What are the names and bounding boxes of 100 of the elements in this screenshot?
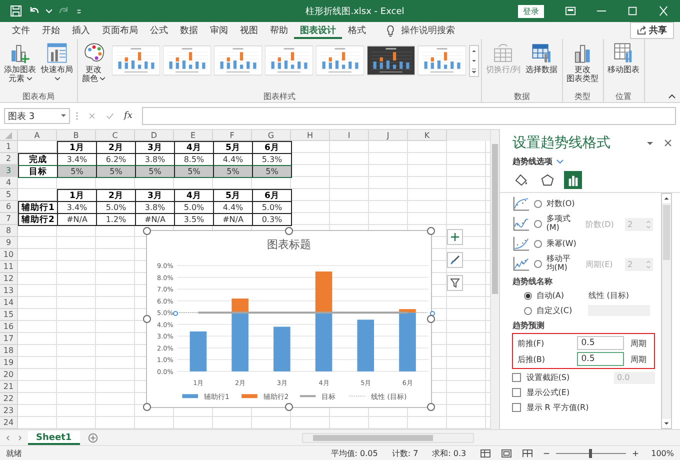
formula-input[interactable]: [142, 107, 676, 125]
column-header[interactable]: K: [408, 130, 447, 141]
selection-handle[interactable]: [285, 227, 293, 235]
chart-style-thumbnail[interactable]: [112, 44, 160, 77]
bar[interactable]: [315, 312, 332, 372]
chart-elements-button[interactable]: [447, 229, 463, 245]
checkbox[interactable]: [512, 403, 522, 412]
tell-me-search[interactable]: 操作说明搜索: [401, 24, 455, 37]
more-styles-icon[interactable]: [470, 66, 478, 76]
selection-handle[interactable]: [427, 403, 435, 411]
chart-style-thumbnail[interactable]: [163, 44, 211, 77]
enter-icon[interactable]: [106, 112, 114, 120]
chart-style-thumbnail[interactable]: [214, 44, 262, 77]
radio-button[interactable]: [524, 292, 532, 300]
chart-styles-button[interactable]: [447, 252, 463, 268]
column-header[interactable]: E: [174, 130, 213, 141]
normal-view-icon[interactable]: [480, 448, 492, 458]
ribbon-tab[interactable]: 格式: [342, 22, 372, 39]
chart-title[interactable]: 图表标题: [267, 238, 311, 251]
row-header[interactable]: 24: [0, 417, 18, 429]
ribbon-tab[interactable]: 视图: [234, 22, 264, 39]
zoom-in-icon[interactable]: [632, 450, 640, 456]
ribbon-button[interactable]: 移动图表: [606, 41, 642, 76]
checkbox[interactable]: [512, 388, 522, 397]
ribbon-button[interactable]: 更改 图表类型: [564, 41, 601, 84]
chart-style-thumbnail[interactable]: [316, 44, 364, 77]
chart-style-thumbnail[interactable]: [265, 44, 313, 77]
scrollbar[interactable]: [661, 193, 672, 429]
line-series[interactable]: [198, 312, 408, 314]
row-header[interactable]: 1: [0, 141, 18, 153]
selection-handle[interactable]: [427, 227, 435, 235]
chart-filters-button[interactable]: [447, 275, 463, 291]
ribbon-button[interactable]: 快速布局: [39, 41, 75, 82]
scroll-up-icon[interactable]: [662, 194, 671, 203]
page-layout-icon[interactable]: [501, 448, 512, 458]
caret-icon[interactable]: [46, 8, 52, 14]
share-button[interactable]: 共享: [630, 22, 674, 39]
bar[interactable]: [357, 320, 374, 372]
selection-handle[interactable]: [427, 315, 435, 323]
row-header[interactable]: 5: [0, 189, 18, 201]
dropdown-icon[interactable]: [646, 139, 654, 147]
ribbon-tab[interactable]: 帮助: [264, 22, 294, 39]
bar[interactable]: [315, 271, 332, 313]
column-header[interactable]: J: [369, 130, 408, 141]
column-header[interactable]: A: [18, 130, 57, 141]
chevron-down-icon[interactable]: [556, 158, 564, 164]
selection-handle[interactable]: [285, 403, 293, 411]
save-icon[interactable]: [10, 5, 22, 17]
column-header[interactable]: G: [252, 130, 291, 141]
scrollbar-thumb[interactable]: [312, 434, 433, 440]
row-header[interactable]: 19: [0, 357, 18, 369]
row-header[interactable]: 23: [0, 405, 18, 417]
row-header[interactable]: 4: [0, 177, 18, 189]
radio-button[interactable]: [524, 306, 532, 314]
row-header[interactable]: 13: [0, 285, 18, 297]
add-sheet-icon[interactable]: [88, 432, 98, 442]
ribbon-tab[interactable]: 页面布局: [96, 22, 144, 39]
row-header[interactable]: 2: [0, 153, 18, 165]
row-header[interactable]: 10: [0, 249, 18, 261]
previous-sheet-icon[interactable]: [4, 434, 12, 442]
chart-style-thumbnail[interactable]: [367, 44, 415, 77]
ribbon-display-icon[interactable]: [565, 6, 576, 16]
row-header[interactable]: 16: [0, 321, 18, 333]
column-header[interactable]: B: [57, 130, 96, 141]
radio-button[interactable]: [534, 240, 542, 248]
scroll-down-icon[interactable]: [662, 419, 671, 428]
column-header[interactable]: D: [135, 130, 174, 141]
ribbon-button[interactable]: 更改 颜色: [80, 41, 107, 84]
sign-in-button[interactable]: 登录: [518, 4, 544, 18]
ribbon-tab[interactable]: 审阅: [204, 22, 234, 39]
trendline[interactable]: [178, 312, 427, 314]
selection-handle[interactable]: [143, 403, 151, 411]
sheet-tab[interactable]: Sheet1: [28, 430, 80, 444]
bar[interactable]: [190, 331, 207, 372]
row-header[interactable]: 22: [0, 393, 18, 405]
row-header[interactable]: 17: [0, 333, 18, 345]
scrollbar-thumb[interactable]: [492, 144, 498, 294]
row-header[interactable]: 20: [0, 369, 18, 381]
section-dropdown[interactable]: 趋势线选项: [512, 156, 552, 167]
row-header[interactable]: 9: [0, 237, 18, 249]
trendline-handle[interactable]: [173, 311, 178, 316]
next-sheet-icon[interactable]: [16, 434, 24, 442]
row-header[interactable]: 21: [0, 381, 18, 393]
ribbon-tab[interactable]: 公式: [144, 22, 174, 39]
row-header[interactable]: 3: [0, 165, 18, 177]
selection-handle[interactable]: [143, 315, 151, 323]
row-header[interactable]: 8: [0, 225, 18, 237]
column-header[interactable]: C: [96, 130, 135, 141]
ribbon-tab[interactable]: 文件: [6, 22, 36, 39]
scrollbar-thumb[interactable]: [663, 205, 670, 260]
row-header[interactable]: 14: [0, 297, 18, 309]
insert-function-button[interactable]: fx: [124, 111, 132, 121]
row-header[interactable]: 12: [0, 273, 18, 285]
ribbon-tab[interactable]: 插入: [66, 22, 96, 39]
ribbon-button[interactable]: 选择数据: [524, 41, 560, 76]
customize-toolbar-icon[interactable]: [76, 8, 82, 14]
ribbon-tab[interactable]: 开始: [36, 22, 66, 39]
row-header[interactable]: 6: [0, 201, 18, 213]
row-header[interactable]: 11: [0, 261, 18, 273]
row-header[interactable]: 18: [0, 345, 18, 357]
